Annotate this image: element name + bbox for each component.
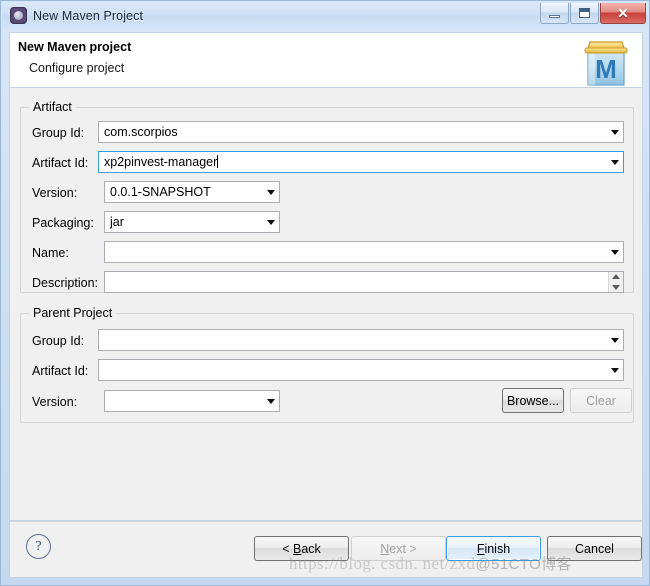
finish-button-label: Finish [476,541,511,556]
back-button-label: < Back [282,541,321,556]
chevron-down-icon[interactable] [263,391,279,411]
minimize-button[interactable] [540,3,569,24]
parent-version-label: Version: [32,395,78,409]
eclipse-wizard-icon [10,7,27,24]
description-scrollbar[interactable] [608,272,623,292]
artifact-version-value: 0.0.1-SNAPSHOT [110,185,211,199]
parent-group-id-label: Group Id: [32,334,85,348]
help-glyph: ? [35,538,42,554]
caption-button-group: ✕ [539,3,646,24]
dialog-button-bar: ? < Back Next > Finish Cancel [9,521,643,578]
parent-version-combo[interactable] [104,390,280,412]
close-button[interactable]: ✕ [600,3,646,24]
help-icon[interactable]: ? [26,534,51,559]
close-icon: ✕ [617,5,629,21]
dialog-window: New Maven Project ✕ New Maven project Co… [0,0,650,586]
browse-button[interactable]: Browse... [502,388,564,413]
maximize-button[interactable] [570,3,599,24]
parent-artifact-id-combo[interactable] [98,359,624,381]
finish-button[interactable]: Finish [446,536,541,561]
chevron-down-icon[interactable] [607,330,623,350]
maximize-icon [579,8,590,18]
text-caret [217,155,219,168]
artifact-artifact-id-value: xp2pinvest-manager [104,155,218,169]
chevron-down-icon[interactable] [263,182,279,202]
clear-button: Clear [570,388,632,413]
svg-text:M: M [595,54,617,84]
artifact-description-label: Description: [32,276,98,290]
cancel-button[interactable]: Cancel [547,536,642,561]
artifact-packaging-label: Packaging: [32,216,94,230]
artifact-group-id-value: com.scorpios [104,125,178,139]
artifact-artifact-id-label: Artifact Id: [32,156,89,170]
next-button: Next > [351,536,446,561]
browse-button-label: Browse... [506,393,560,408]
chevron-down-icon[interactable] [607,152,623,172]
next-button-label: Next > [380,541,417,556]
parent-group-id-combo[interactable] [98,329,624,351]
maven-logo: M [584,41,628,86]
cancel-button-label: Cancel [575,541,614,556]
artifact-packaging-value: jar [110,215,124,229]
title-bar: New Maven Project ✕ [2,2,648,29]
page-subtitle: Configure project [29,61,125,75]
chevron-down-icon[interactable] [263,212,279,232]
parent-project-group-legend: Parent Project [29,306,117,320]
artifact-description-value [105,272,608,292]
parent-artifact-id-label: Artifact Id: [32,364,89,378]
clear-button-label: Clear [586,393,616,408]
scroll-down-icon[interactable] [612,285,620,290]
artifact-description-textarea[interactable] [104,271,624,293]
artifact-name-combo[interactable] [104,241,624,263]
chevron-down-icon[interactable] [607,122,623,142]
artifact-name-label: Name: [32,246,69,260]
artifact-packaging-combo[interactable]: jar [104,211,280,233]
chevron-down-icon[interactable] [607,360,623,380]
scroll-up-icon[interactable] [612,274,620,279]
artifact-group-legend: Artifact [29,100,76,114]
artifact-group-id-label: Group Id: [32,126,85,140]
artifact-version-combo[interactable]: 0.0.1-SNAPSHOT [104,181,280,203]
wizard-content: Artifact Group Id: com.scorpios Artifact… [9,88,643,545]
artifact-artifact-id-combo[interactable]: xp2pinvest-manager [98,151,624,173]
back-button[interactable]: < Back [254,536,349,561]
minimize-icon [549,14,560,18]
chevron-down-icon[interactable] [607,242,623,262]
window-title: New Maven Project [33,8,144,23]
wizard-header: New Maven project Configure project M [9,32,643,88]
page-title: New Maven project [18,40,132,54]
artifact-version-label: Version: [32,186,78,200]
artifact-group-id-combo[interactable]: com.scorpios [98,121,624,143]
